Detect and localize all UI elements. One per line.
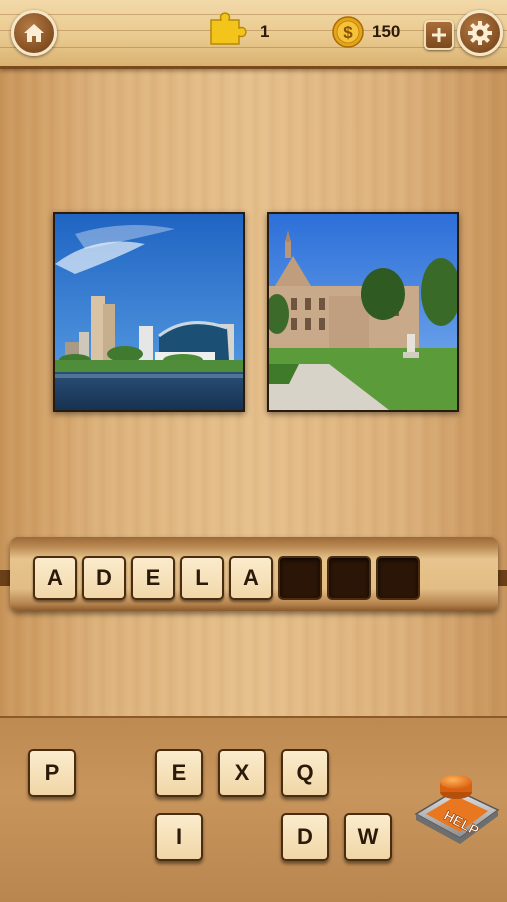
- answer-slot[interactable]: D: [82, 556, 126, 600]
- letter-key[interactable]: P: [28, 749, 76, 797]
- letter-key[interactable]: W: [344, 813, 392, 861]
- answer-slot-empty[interactable]: [327, 556, 371, 600]
- help-button[interactable]: HELP: [410, 770, 502, 846]
- top-bar: 1 $ 150: [0, 0, 507, 69]
- letter-key[interactable]: I: [155, 813, 203, 861]
- answer-slot-empty[interactable]: [376, 556, 420, 600]
- answer-slot[interactable]: L: [180, 556, 224, 600]
- gothic-university-building-photo[interactable]: [267, 212, 459, 412]
- letter-key[interactable]: E: [155, 749, 203, 797]
- answer-slot-empty[interactable]: [278, 556, 322, 600]
- svg-text:$: $: [343, 23, 353, 42]
- coin-count: 150: [372, 22, 401, 41]
- gear-icon: [468, 21, 492, 45]
- letter-key[interactable]: X: [218, 749, 266, 797]
- city-skyline-river-photo[interactable]: [53, 212, 245, 412]
- add-coins-button[interactable]: [424, 20, 454, 50]
- answer-slot[interactable]: A: [33, 556, 77, 600]
- answer-slot[interactable]: A: [229, 556, 273, 600]
- answer-slot[interactable]: E: [131, 556, 175, 600]
- letter-key[interactable]: D: [281, 813, 329, 861]
- dollar-coin-icon: $: [332, 16, 364, 48]
- letter-key[interactable]: Q: [281, 749, 329, 797]
- puzzle-count: 1: [260, 22, 270, 41]
- puzzle-piece-icon: [210, 12, 247, 45]
- home-button[interactable]: [11, 10, 57, 56]
- help-button-icon: HELP: [414, 775, 500, 844]
- settings-button[interactable]: [457, 10, 503, 56]
- plus-icon: [432, 28, 446, 42]
- home-icon: [24, 24, 44, 42]
